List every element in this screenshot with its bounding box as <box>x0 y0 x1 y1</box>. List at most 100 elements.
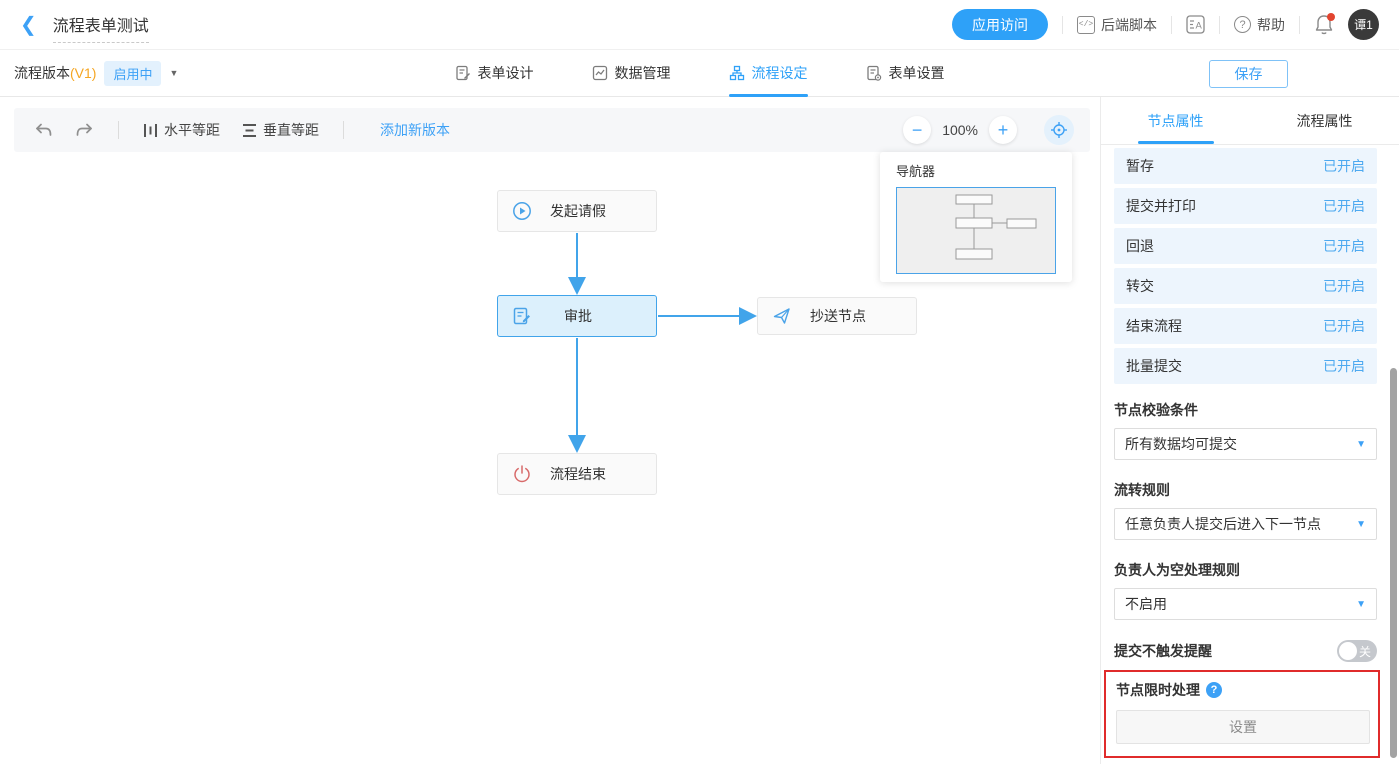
tab-form-design[interactable]: 表单设计 <box>455 50 534 97</box>
navigator-panel: 导航器 <box>880 152 1072 282</box>
backend-script-button[interactable]: </> 后端脚本 <box>1077 15 1157 35</box>
reminder-toggle-switch[interactable]: 关 <box>1337 640 1377 662</box>
sidebar-content: 暂存 已开启 提交并打印 已开启 回退 已开启 转交 已开启 结束流程 已开启 … <box>1101 145 1399 764</box>
paper-plane-icon <box>772 306 792 326</box>
chevron-down-icon: ▼ <box>1356 599 1366 610</box>
notification-bell-icon[interactable] <box>1314 14 1334 36</box>
tab-data-management[interactable]: 数据管理 <box>592 50 671 97</box>
divider <box>1171 16 1172 34</box>
translate-button[interactable]: A <box>1186 15 1205 34</box>
help-button[interactable]: ? 帮助 <box>1234 15 1285 35</box>
form-settings-icon <box>866 65 882 81</box>
chevron-down-icon[interactable]: ▼ <box>169 68 178 78</box>
navigator-title: 导航器 <box>896 161 1056 180</box>
top-bar: ❮ 流程表单测试 应用访问 </> 后端脚本 A ? <box>0 0 1399 50</box>
reminder-toggle-row: 提交不触发提醒 关 <box>1114 640 1377 662</box>
power-icon <box>512 464 532 484</box>
navigator-minimap[interactable] <box>896 187 1056 274</box>
time-limit-setup-button[interactable]: 设置 <box>1116 710 1370 744</box>
vertical-spacing-button[interactable]: 垂直等距 <box>238 116 323 144</box>
chevron-down-icon: ▼ <box>1356 439 1366 450</box>
question-icon: ? <box>1234 16 1251 33</box>
option-row-end-flow[interactable]: 结束流程 已开启 <box>1114 308 1377 344</box>
redo-icon <box>75 122 94 138</box>
canvas-toolbar: 水平等距 垂直等距 添加新版本 − 100% + <box>14 108 1090 152</box>
flow-rule-select[interactable]: 任意负责人提交后进入下一节点 ▼ <box>1114 508 1377 540</box>
node-label: 流程结束 <box>532 464 624 484</box>
page-title: 流程表单测试 <box>53 12 149 43</box>
option-status: 已开启 <box>1323 196 1365 216</box>
option-row-rollback[interactable]: 回退 已开启 <box>1114 228 1377 264</box>
approval-form-icon <box>512 306 532 326</box>
crosshair-icon <box>1050 121 1068 139</box>
version-label: 流程版本 <box>14 63 70 83</box>
node-label: 抄送节点 <box>792 306 884 326</box>
node-label: 发起请假 <box>532 201 624 221</box>
tab-flow-properties[interactable]: 流程属性 <box>1250 97 1399 144</box>
option-status: 已开启 <box>1323 236 1365 256</box>
tab-flow-settings[interactable]: 流程设定 <box>729 50 808 97</box>
validation-condition-select[interactable]: 所有数据均可提交 ▼ <box>1114 428 1377 460</box>
help-icon[interactable]: ? <box>1206 682 1222 698</box>
switch-knob <box>1339 642 1357 660</box>
time-limit-label-row: 节点限时处理 ? <box>1116 680 1370 700</box>
zoom-level: 100% <box>942 122 978 138</box>
time-limit-section-highlight: 节点限时处理 ? 设置 <box>1104 670 1380 758</box>
zoom-out-button[interactable]: − <box>903 116 931 144</box>
option-status: 已开启 <box>1323 276 1365 296</box>
notification-dot <box>1327 13 1335 21</box>
horizontal-spacing-button[interactable]: 水平等距 <box>139 116 224 144</box>
option-row-transfer[interactable]: 转交 已开启 <box>1114 268 1377 304</box>
vertical-spacing-icon <box>242 123 257 138</box>
avatar[interactable]: 谭1 <box>1348 9 1379 40</box>
svg-text:A: A <box>1196 21 1203 32</box>
option-status: 已开启 <box>1323 356 1365 376</box>
section-label-validation: 节点校验条件 <box>1114 400 1377 420</box>
data-chart-icon <box>592 65 608 81</box>
code-icon: </> <box>1077 16 1095 34</box>
option-status: 已开启 <box>1323 156 1365 176</box>
option-row-save-draft[interactable]: 暂存 已开启 <box>1114 148 1377 184</box>
status-badge: 启用中 <box>104 61 161 86</box>
zoom-in-button[interactable]: + <box>989 116 1017 144</box>
version-tag: (V1) <box>70 65 96 81</box>
redo-button[interactable] <box>71 118 98 142</box>
tab-form-settings[interactable]: 表单设置 <box>866 50 945 97</box>
empty-owner-select[interactable]: 不启用 ▼ <box>1114 588 1377 620</box>
horizontal-spacing-icon <box>143 123 158 138</box>
play-icon <box>512 201 532 221</box>
help-label: 帮助 <box>1257 15 1285 35</box>
save-button[interactable]: 保存 <box>1209 60 1288 88</box>
module-tabs: 表单设计 数据管理 流程设定 <box>455 50 945 97</box>
section-label-empty-owner: 负责人为空处理规则 <box>1114 560 1377 580</box>
node-label: 审批 <box>532 306 624 326</box>
divider <box>1062 16 1063 34</box>
tab-node-properties[interactable]: 节点属性 <box>1101 97 1250 144</box>
translate-icon: A <box>1186 15 1205 34</box>
add-version-button[interactable]: 添加新版本 <box>380 120 450 140</box>
properties-sidebar: 节点属性 流程属性 暂存 已开启 提交并打印 已开启 回退 已开启 转交 已开启… <box>1100 97 1399 764</box>
flow-icon <box>729 65 745 81</box>
section-label-flow-rule: 流转规则 <box>1114 480 1377 500</box>
node-start[interactable]: 发起请假 <box>497 190 657 232</box>
option-row-batch-submit[interactable]: 批量提交 已开启 <box>1114 348 1377 384</box>
version-selector[interactable]: 流程版本 (V1) 启用中 ▼ <box>14 61 178 86</box>
node-approval[interactable]: 审批 <box>497 295 657 337</box>
option-row-submit-print[interactable]: 提交并打印 已开启 <box>1114 188 1377 224</box>
app-access-button[interactable]: 应用访问 <box>952 9 1048 40</box>
divider <box>343 121 344 139</box>
form-design-icon <box>455 65 471 81</box>
node-end[interactable]: 流程结束 <box>497 453 657 495</box>
divider <box>1299 16 1300 34</box>
sidebar-scrollbar[interactable] <box>1390 368 1397 758</box>
flow-canvas[interactable]: 水平等距 垂直等距 添加新版本 − 100% + <box>0 97 1100 764</box>
time-limit-label: 节点限时处理 <box>1116 680 1200 700</box>
backend-script-label: 后端脚本 <box>1101 15 1157 35</box>
locate-center-button[interactable] <box>1044 115 1074 145</box>
back-icon[interactable]: ❮ <box>20 15 37 35</box>
divider <box>1219 16 1220 34</box>
undo-button[interactable] <box>30 118 57 142</box>
undo-icon <box>34 122 53 138</box>
divider <box>118 121 119 139</box>
node-cc[interactable]: 抄送节点 <box>757 297 917 335</box>
